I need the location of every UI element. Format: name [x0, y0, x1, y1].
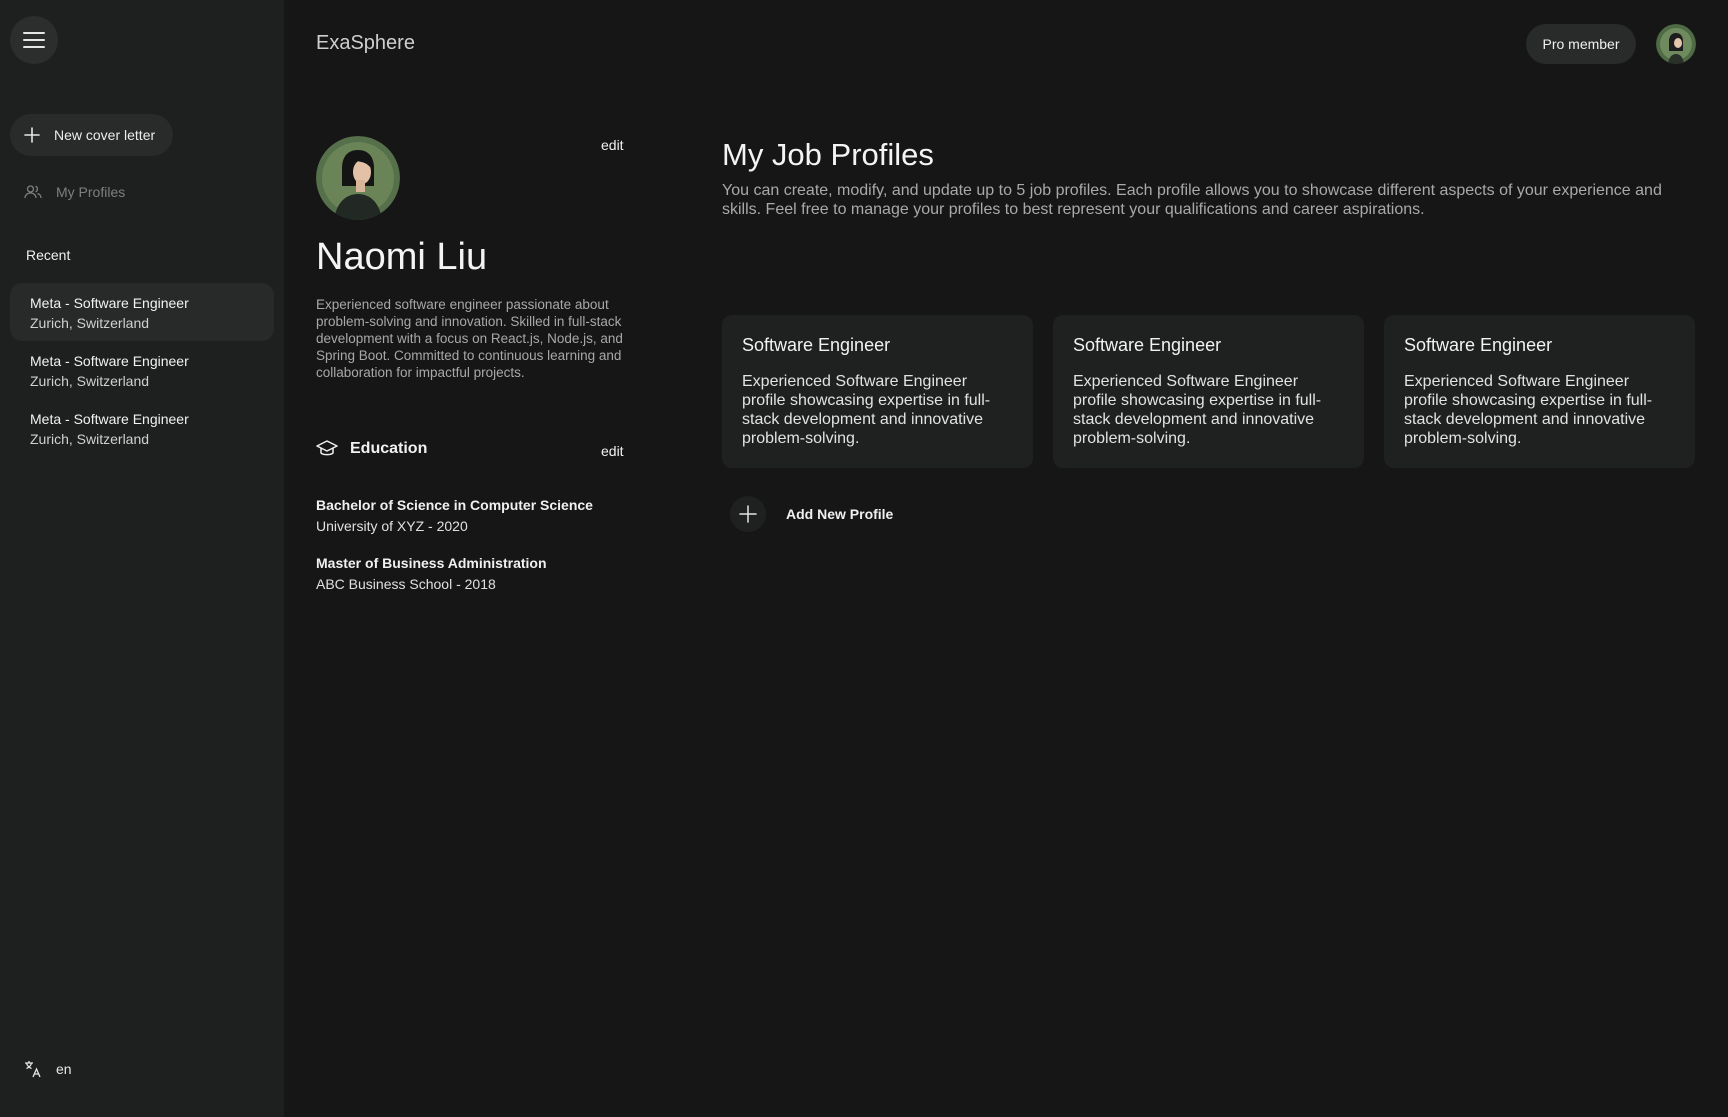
sidebar: New cover letter My Profiles Recent Meta… — [0, 0, 284, 1117]
user-avatar[interactable] — [1656, 24, 1696, 64]
users-icon — [24, 184, 42, 200]
brand-name: ExaSphere — [316, 32, 415, 54]
job-profile-card-description: Experienced Software Engineer profile sh… — [742, 373, 991, 447]
job-profile-card-description: Experienced Software Engineer profile sh… — [1404, 373, 1653, 447]
language-label: en — [56, 1061, 72, 1077]
recent-item-location: Zurich, Switzerland — [30, 373, 150, 389]
recent-item[interactable]: Meta - Software Engineer Zurich, Switzer… — [10, 399, 274, 457]
recent-item-title: Meta - Software Engineer — [30, 295, 189, 311]
add-new-profile-label: Add New Profile — [786, 506, 894, 522]
education-heading-label: Education — [350, 440, 428, 457]
sidebar-item-label: My Profiles — [56, 184, 126, 200]
menu-button[interactable] — [10, 16, 58, 64]
job-profile-card-title: Software Engineer — [1073, 335, 1222, 355]
new-cover-letter-button[interactable]: New cover letter — [10, 114, 173, 156]
profile-name: Naomi Liu — [316, 236, 488, 278]
education-item: Bachelor of Science in Computer Science … — [316, 495, 593, 537]
job-profile-cards: Software Engineer Experienced Software E… — [722, 315, 1695, 468]
recent-item[interactable]: Meta - Software Engineer Zurich, Switzer… — [10, 341, 274, 399]
education-school: ABC Business School - 2018 — [316, 576, 496, 592]
job-profile-card[interactable]: Software Engineer Experienced Software E… — [1384, 315, 1695, 468]
plus-icon — [730, 496, 766, 532]
language-selector[interactable]: en — [24, 1060, 72, 1078]
education-degree: Bachelor of Science in Computer Science — [316, 497, 593, 513]
recent-item-location: Zurich, Switzerland — [30, 315, 150, 331]
graduation-cap-icon — [316, 440, 338, 458]
job-profile-card[interactable]: Software Engineer Experienced Software E… — [722, 315, 1033, 468]
job-profiles-description: You can create, modify, and update up to… — [722, 182, 1662, 218]
app-root: New cover letter My Profiles Recent Meta… — [0, 0, 1728, 1117]
education-edit-link[interactable]: edit — [601, 443, 624, 459]
plus-icon — [24, 127, 40, 143]
education-item: Master of Business Administration ABC Bu… — [316, 553, 547, 595]
translate-icon — [24, 1060, 42, 1078]
pro-member-badge[interactable]: Pro member — [1526, 24, 1636, 64]
recent-item-location: Zurich, Switzerland — [30, 431, 150, 447]
hamburger-menu-icon — [23, 32, 45, 48]
education-school: University of XYZ - 2020 — [316, 518, 468, 534]
education-heading: Education — [316, 440, 427, 458]
recent-heading: Recent — [26, 247, 71, 263]
job-profile-card[interactable]: Software Engineer Experienced Software E… — [1053, 315, 1364, 468]
profile-avatar — [316, 136, 400, 220]
education-degree: Master of Business Administration — [316, 555, 547, 571]
sidebar-item-my-profiles[interactable]: My Profiles — [24, 180, 125, 204]
job-profile-card-description: Experienced Software Engineer profile sh… — [1073, 373, 1322, 447]
recent-item[interactable]: Meta - Software Engineer Zurich, Switzer… — [10, 283, 274, 341]
profile-edit-link[interactable]: edit — [601, 137, 624, 153]
add-new-profile-button[interactable]: Add New Profile — [730, 496, 893, 532]
job-profiles-title: My Job Profiles — [722, 137, 934, 172]
job-profile-card-title: Software Engineer — [742, 335, 891, 355]
profile-bio: Experienced software engineer passionate… — [316, 297, 623, 380]
recent-list: Meta - Software Engineer Zurich, Switzer… — [10, 283, 274, 457]
recent-item-title: Meta - Software Engineer — [30, 353, 189, 369]
job-profile-card-title: Software Engineer — [1404, 335, 1553, 355]
new-cover-letter-label: New cover letter — [54, 127, 156, 143]
recent-item-title: Meta - Software Engineer — [30, 411, 189, 427]
